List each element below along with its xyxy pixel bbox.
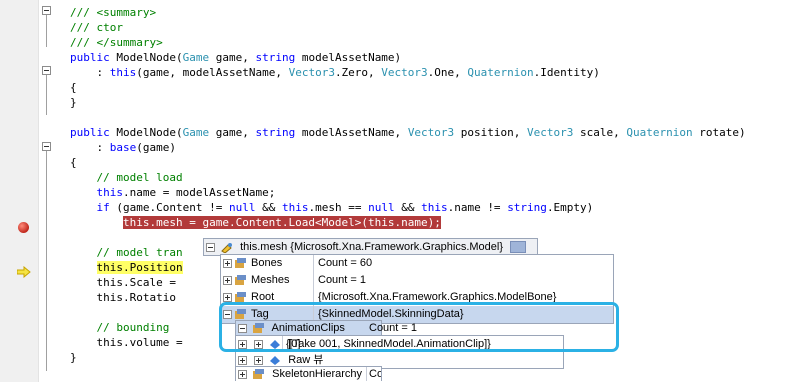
property-icon <box>252 368 266 380</box>
code-line[interactable]: /// </summary> <box>70 35 746 50</box>
expand-icon[interactable] <box>238 369 247 379</box>
code-line[interactable]: : base(game) <box>70 140 746 155</box>
code-line[interactable] <box>70 110 746 125</box>
code-line[interactable]: this.name = modelAssetName; <box>70 185 746 200</box>
expand-icon[interactable] <box>223 292 232 302</box>
expand-icon[interactable] <box>223 258 232 268</box>
collapse-icon[interactable] <box>42 142 51 151</box>
breakpoint-icon[interactable] <box>18 222 29 233</box>
datatip-row-bones[interactable]: Bones Count = 60 <box>221 255 613 272</box>
datatip-row-meshes[interactable]: Meshes Count = 1 <box>221 272 613 289</box>
expand-icon[interactable] <box>223 275 232 285</box>
code-line[interactable]: : this(game, modelAssetName, Vector3.Zer… <box>70 65 746 80</box>
pin-icon[interactable] <box>220 242 234 254</box>
code-line[interactable]: public ModelNode(Game game, string model… <box>70 50 746 65</box>
member-value: Count = 58 <box>369 368 382 380</box>
focus-ring <box>219 302 619 352</box>
property-icon <box>234 257 248 269</box>
code-line[interactable]: /// <summary> <box>70 5 746 20</box>
member-value: Count = 1 <box>318 274 367 286</box>
code-line[interactable]: this.mesh = game.Content.Load<Model>(thi… <box>70 215 746 230</box>
collapse-icon[interactable] <box>42 66 51 75</box>
field-icon <box>268 355 282 366</box>
code-line[interactable]: { <box>70 155 746 170</box>
pin-datatip-icon[interactable] <box>510 241 527 254</box>
member-name: Raw 뷰 <box>288 354 324 366</box>
member-name: SkeletonHierarchy <box>272 368 362 380</box>
member-value: Count = 60 <box>318 257 373 269</box>
code-line[interactable]: public ModelNode(Game game, string model… <box>70 125 746 140</box>
member-name: Meshes <box>251 274 290 286</box>
expand-icon[interactable] <box>238 355 247 365</box>
code-line[interactable]: } <box>70 95 746 110</box>
tag-children-more: SkeletonHierarchy Count = 58 <box>235 366 382 381</box>
code-line[interactable]: /// ctor <box>70 20 746 35</box>
member-name: Bones <box>251 257 283 269</box>
property-icon <box>234 291 248 303</box>
datatip-header-name: this.mesh <box>240 241 288 253</box>
property-icon <box>234 274 248 286</box>
collapse-icon[interactable] <box>206 242 215 252</box>
expand-icon[interactable] <box>254 355 264 365</box>
editor-gutter[interactable] <box>0 0 39 382</box>
list-item[interactable]: SkeletonHierarchy Count = 58 <box>236 367 381 381</box>
datatip-header-value: {Microsoft.Xna.Framework.Graphics.Model} <box>290 241 504 253</box>
code-line[interactable]: { <box>70 80 746 95</box>
code-line[interactable]: // model load <box>70 170 746 185</box>
collapse-icon[interactable] <box>42 6 51 15</box>
code-line[interactable]: if (game.Content != null && this.mesh ==… <box>70 200 746 215</box>
